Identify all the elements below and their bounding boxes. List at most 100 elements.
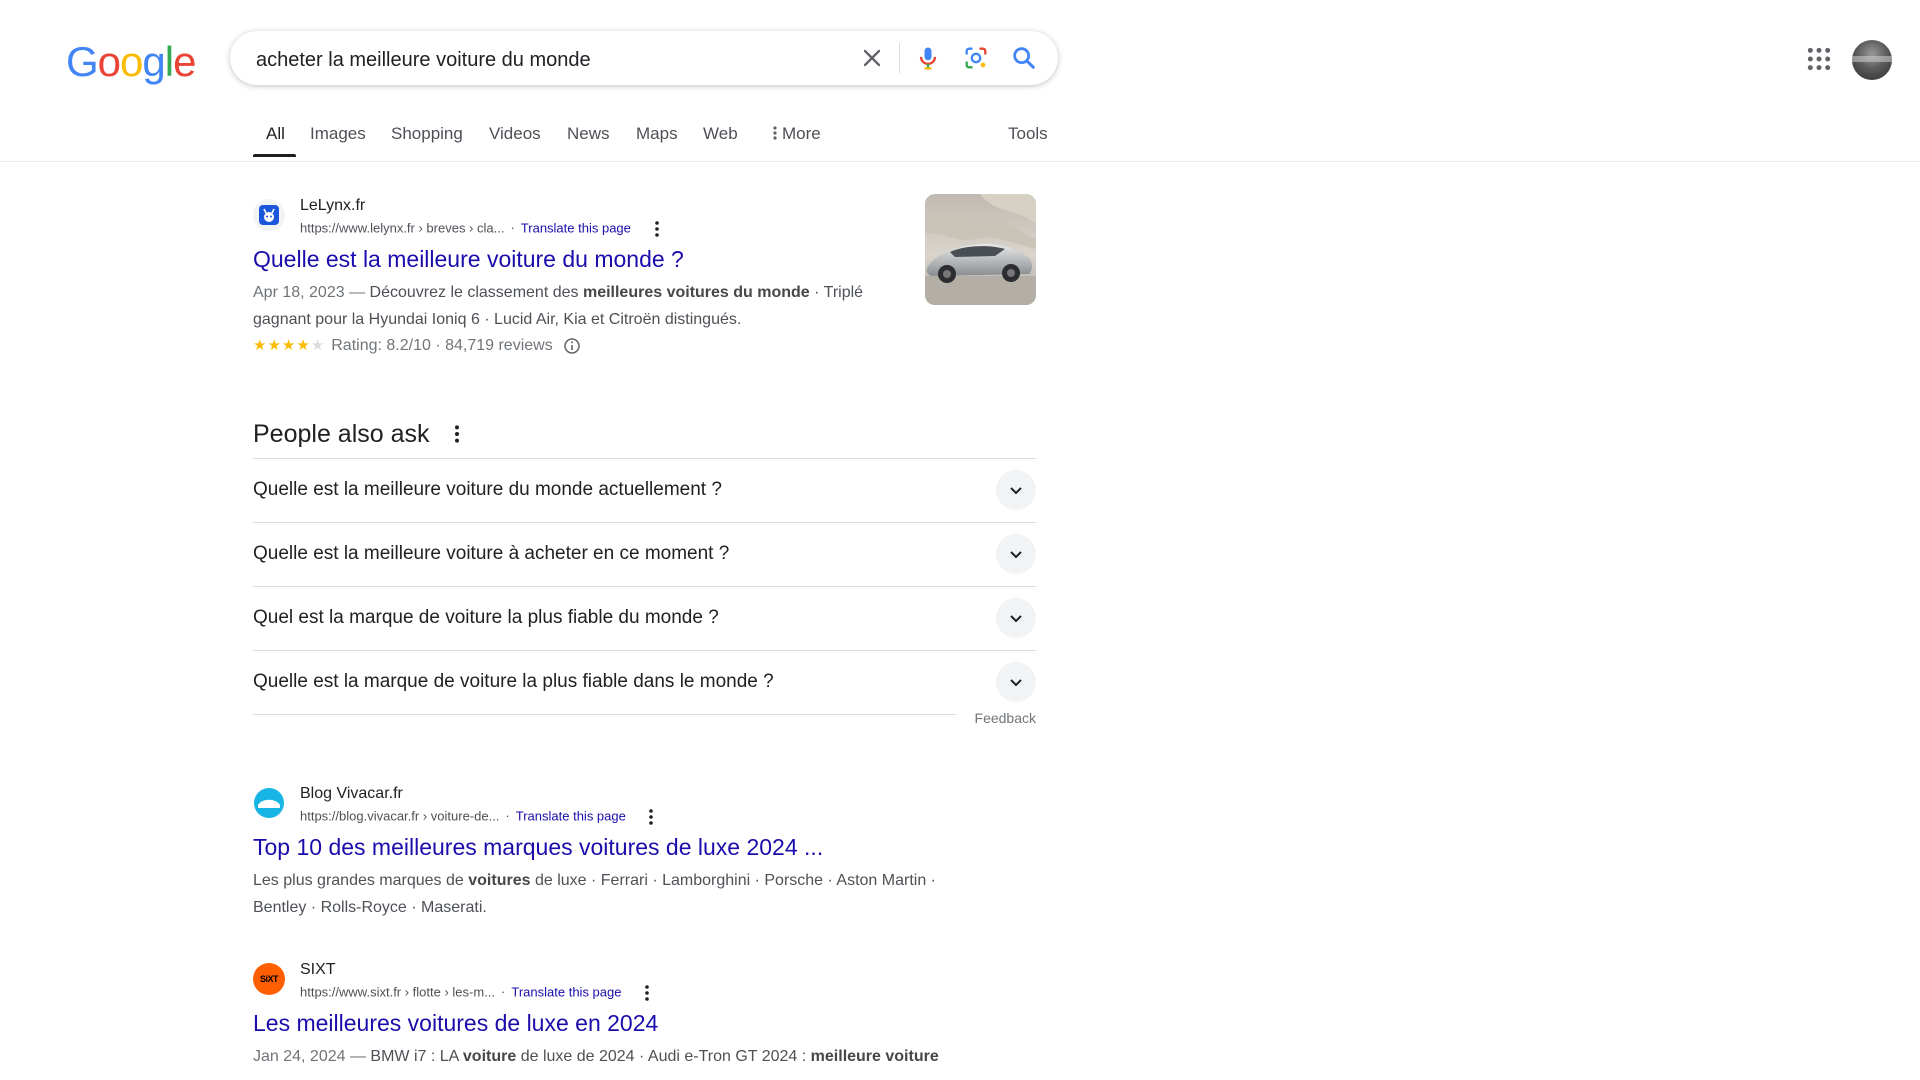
url-separator: · — [505, 808, 510, 824]
paa-question-text: Quelle est la meilleure voiture à achete… — [253, 543, 730, 564]
paa-expand-button[interactable] — [996, 470, 1036, 510]
logo-letter: g — [142, 38, 165, 85]
search-result-vivacar: Blog Vivacar.fr https://blog.vivacar.fr … — [253, 781, 1043, 921]
logo-letter: G — [66, 38, 99, 85]
paa-divider — [253, 714, 956, 715]
result-site-name[interactable]: Blog Vivacar.fr — [300, 785, 403, 803]
apps-grid-icon[interactable] — [1806, 46, 1832, 72]
rating-row: ★★★★★ Rating: 8.2/10 · 84,719 reviews — [253, 333, 1043, 359]
result-site-row: Blog Vivacar.fr https://blog.vivacar.fr … — [253, 781, 1043, 825]
paa-more-options-icon[interactable] — [448, 424, 466, 444]
search-divider — [899, 43, 900, 73]
tab-more[interactable]: More — [770, 124, 821, 144]
logo-letter: e — [173, 38, 196, 85]
lens-camera-icon[interactable] — [962, 44, 990, 72]
translate-link[interactable]: Translate this page — [511, 984, 621, 999]
snippet-text: BMW i7 : LA — [370, 1048, 459, 1065]
result-site-row: SiXT SIXT https://www.sixt.fr › flotte ›… — [253, 957, 1043, 1001]
result-url-text[interactable]: https://blog.vivacar.fr › voiture-de... — [300, 808, 499, 823]
stars-filled: ★★★★ — [253, 337, 311, 354]
snippet-date: Apr 18, 2023 — — [253, 284, 366, 301]
paa-heading-text: People also ask — [253, 420, 430, 448]
snippet-bold: meilleure voiture — [810, 1048, 939, 1065]
rating-stars: ★★★★★ — [253, 333, 325, 359]
tab-news[interactable]: News — [567, 124, 610, 144]
url-separator: · — [510, 220, 515, 236]
avatar[interactable] — [1852, 40, 1892, 80]
paa-question-text: Quelle est la marque de voiture la plus … — [253, 671, 774, 692]
logo-letter: l — [164, 38, 174, 85]
translate-link[interactable]: Translate this page — [521, 220, 631, 235]
tab-more-label: More — [782, 124, 821, 143]
snippet-text: Les plus grandes marques de — [253, 872, 464, 889]
rating-text: Rating: 8.2/10 · 84,719 reviews — [331, 337, 553, 354]
snippet-text: Découvrez le classement des — [369, 284, 579, 301]
search-result-sixt: SiXT SIXT https://www.sixt.fr › flotte ›… — [253, 957, 1043, 1070]
snippet-bold: meilleures voitures du monde — [582, 284, 810, 301]
search-box — [230, 31, 1058, 85]
sixt-favicon[interactable]: SiXT — [253, 963, 285, 995]
paa-heading: People also ask — [253, 410, 1036, 458]
result-thumbnail[interactable] — [925, 194, 1036, 305]
search-icon[interactable] — [1010, 44, 1038, 72]
search-input[interactable] — [254, 45, 838, 75]
logo-letter: o — [97, 38, 121, 85]
tab-all[interactable]: All — [266, 124, 285, 144]
lelynx-favicon[interactable] — [253, 199, 285, 231]
snippet-bold: voiture — [462, 1048, 517, 1065]
active-tab-indicator — [253, 154, 296, 157]
more-options-icon[interactable] — [639, 984, 655, 1002]
info-icon[interactable] — [563, 337, 581, 355]
more-options-icon[interactable] — [643, 808, 659, 826]
tab-web[interactable]: Web — [703, 124, 738, 144]
lelynx-logo-icon — [259, 205, 279, 225]
more-options-icon[interactable] — [649, 220, 665, 238]
tools-button[interactable]: Tools — [1008, 124, 1048, 144]
microphone-icon[interactable] — [914, 44, 942, 72]
people-also-ask: People also ask Quelle est la meilleure … — [253, 410, 1036, 726]
snippet-text: de luxe de 2024 · Audi e-Tron GT 2024 : — [520, 1048, 807, 1065]
paa-question[interactable]: Quelle est la marque de voiture la plus … — [253, 650, 1036, 714]
result-site-name[interactable]: LeLynx.fr — [300, 197, 365, 215]
result-url-text[interactable]: https://www.lelynx.fr › breves › cla... — [300, 220, 504, 235]
vivacar-favicon[interactable] — [253, 787, 285, 819]
paa-expand-button[interactable] — [996, 662, 1036, 702]
translate-link[interactable]: Translate this page — [516, 808, 626, 823]
paa-question-text: Quel est la marque de voiture la plus fi… — [253, 607, 719, 628]
paa-question[interactable]: Quelle est la meilleure voiture du monde… — [253, 458, 1036, 522]
tab-shopping[interactable]: Shopping — [391, 124, 463, 144]
car-image-icon — [925, 194, 1036, 305]
result-url: https://blog.vivacar.fr › voiture-de... ·… — [300, 808, 659, 826]
paa-expand-button[interactable] — [996, 598, 1036, 638]
chevron-down-icon — [1010, 487, 1022, 495]
google-logo[interactable]: Google — [66, 38, 196, 86]
logo-letter: o — [120, 38, 143, 85]
vivacar-logo-icon — [254, 788, 284, 818]
feedback-link[interactable]: Feedback — [975, 710, 1036, 726]
paa-question[interactable]: Quel est la marque de voiture la plus fi… — [253, 586, 1036, 650]
snippet-bold: voitures — [468, 872, 531, 889]
tab-videos[interactable]: Videos — [489, 124, 541, 144]
chevron-down-icon — [1010, 615, 1022, 623]
chevron-down-icon — [1010, 551, 1022, 559]
chevron-down-icon — [1010, 679, 1022, 687]
tab-images[interactable]: Images — [310, 124, 366, 144]
result-title-link[interactable]: Top 10 des meilleures marques voitures d… — [253, 832, 1043, 862]
url-separator: · — [501, 984, 506, 1000]
snippet-date: Jan 24, 2024 — — [253, 1048, 366, 1065]
header: Google All — [0, 0, 1920, 162]
result-site-name[interactable]: SIXT — [300, 961, 336, 979]
sixt-logo-text: SiXT — [259, 974, 279, 984]
paa-expand-button[interactable] — [996, 534, 1036, 574]
result-url-text[interactable]: https://www.sixt.fr › flotte › les-m... — [300, 984, 495, 999]
result-url: https://www.lelynx.fr › breves › cla... ·… — [300, 220, 665, 238]
result-snippet: Jan 24, 2024 — BMW i7 : LA voiture de lu… — [253, 1043, 1013, 1070]
clear-icon[interactable] — [858, 44, 886, 72]
tab-maps[interactable]: Maps — [636, 124, 678, 144]
more-vert-icon — [773, 126, 777, 140]
paa-question[interactable]: Quelle est la meilleure voiture à achete… — [253, 522, 1036, 586]
result-title-link[interactable]: Les meilleures voitures de luxe en 2024 — [253, 1008, 1043, 1038]
paa-question-text: Quelle est la meilleure voiture du monde… — [253, 479, 722, 500]
result-snippet: Apr 18, 2023 — Découvrez le classement d… — [253, 279, 913, 333]
result-url: https://www.sixt.fr › flotte › les-m... ·… — [300, 984, 655, 1002]
